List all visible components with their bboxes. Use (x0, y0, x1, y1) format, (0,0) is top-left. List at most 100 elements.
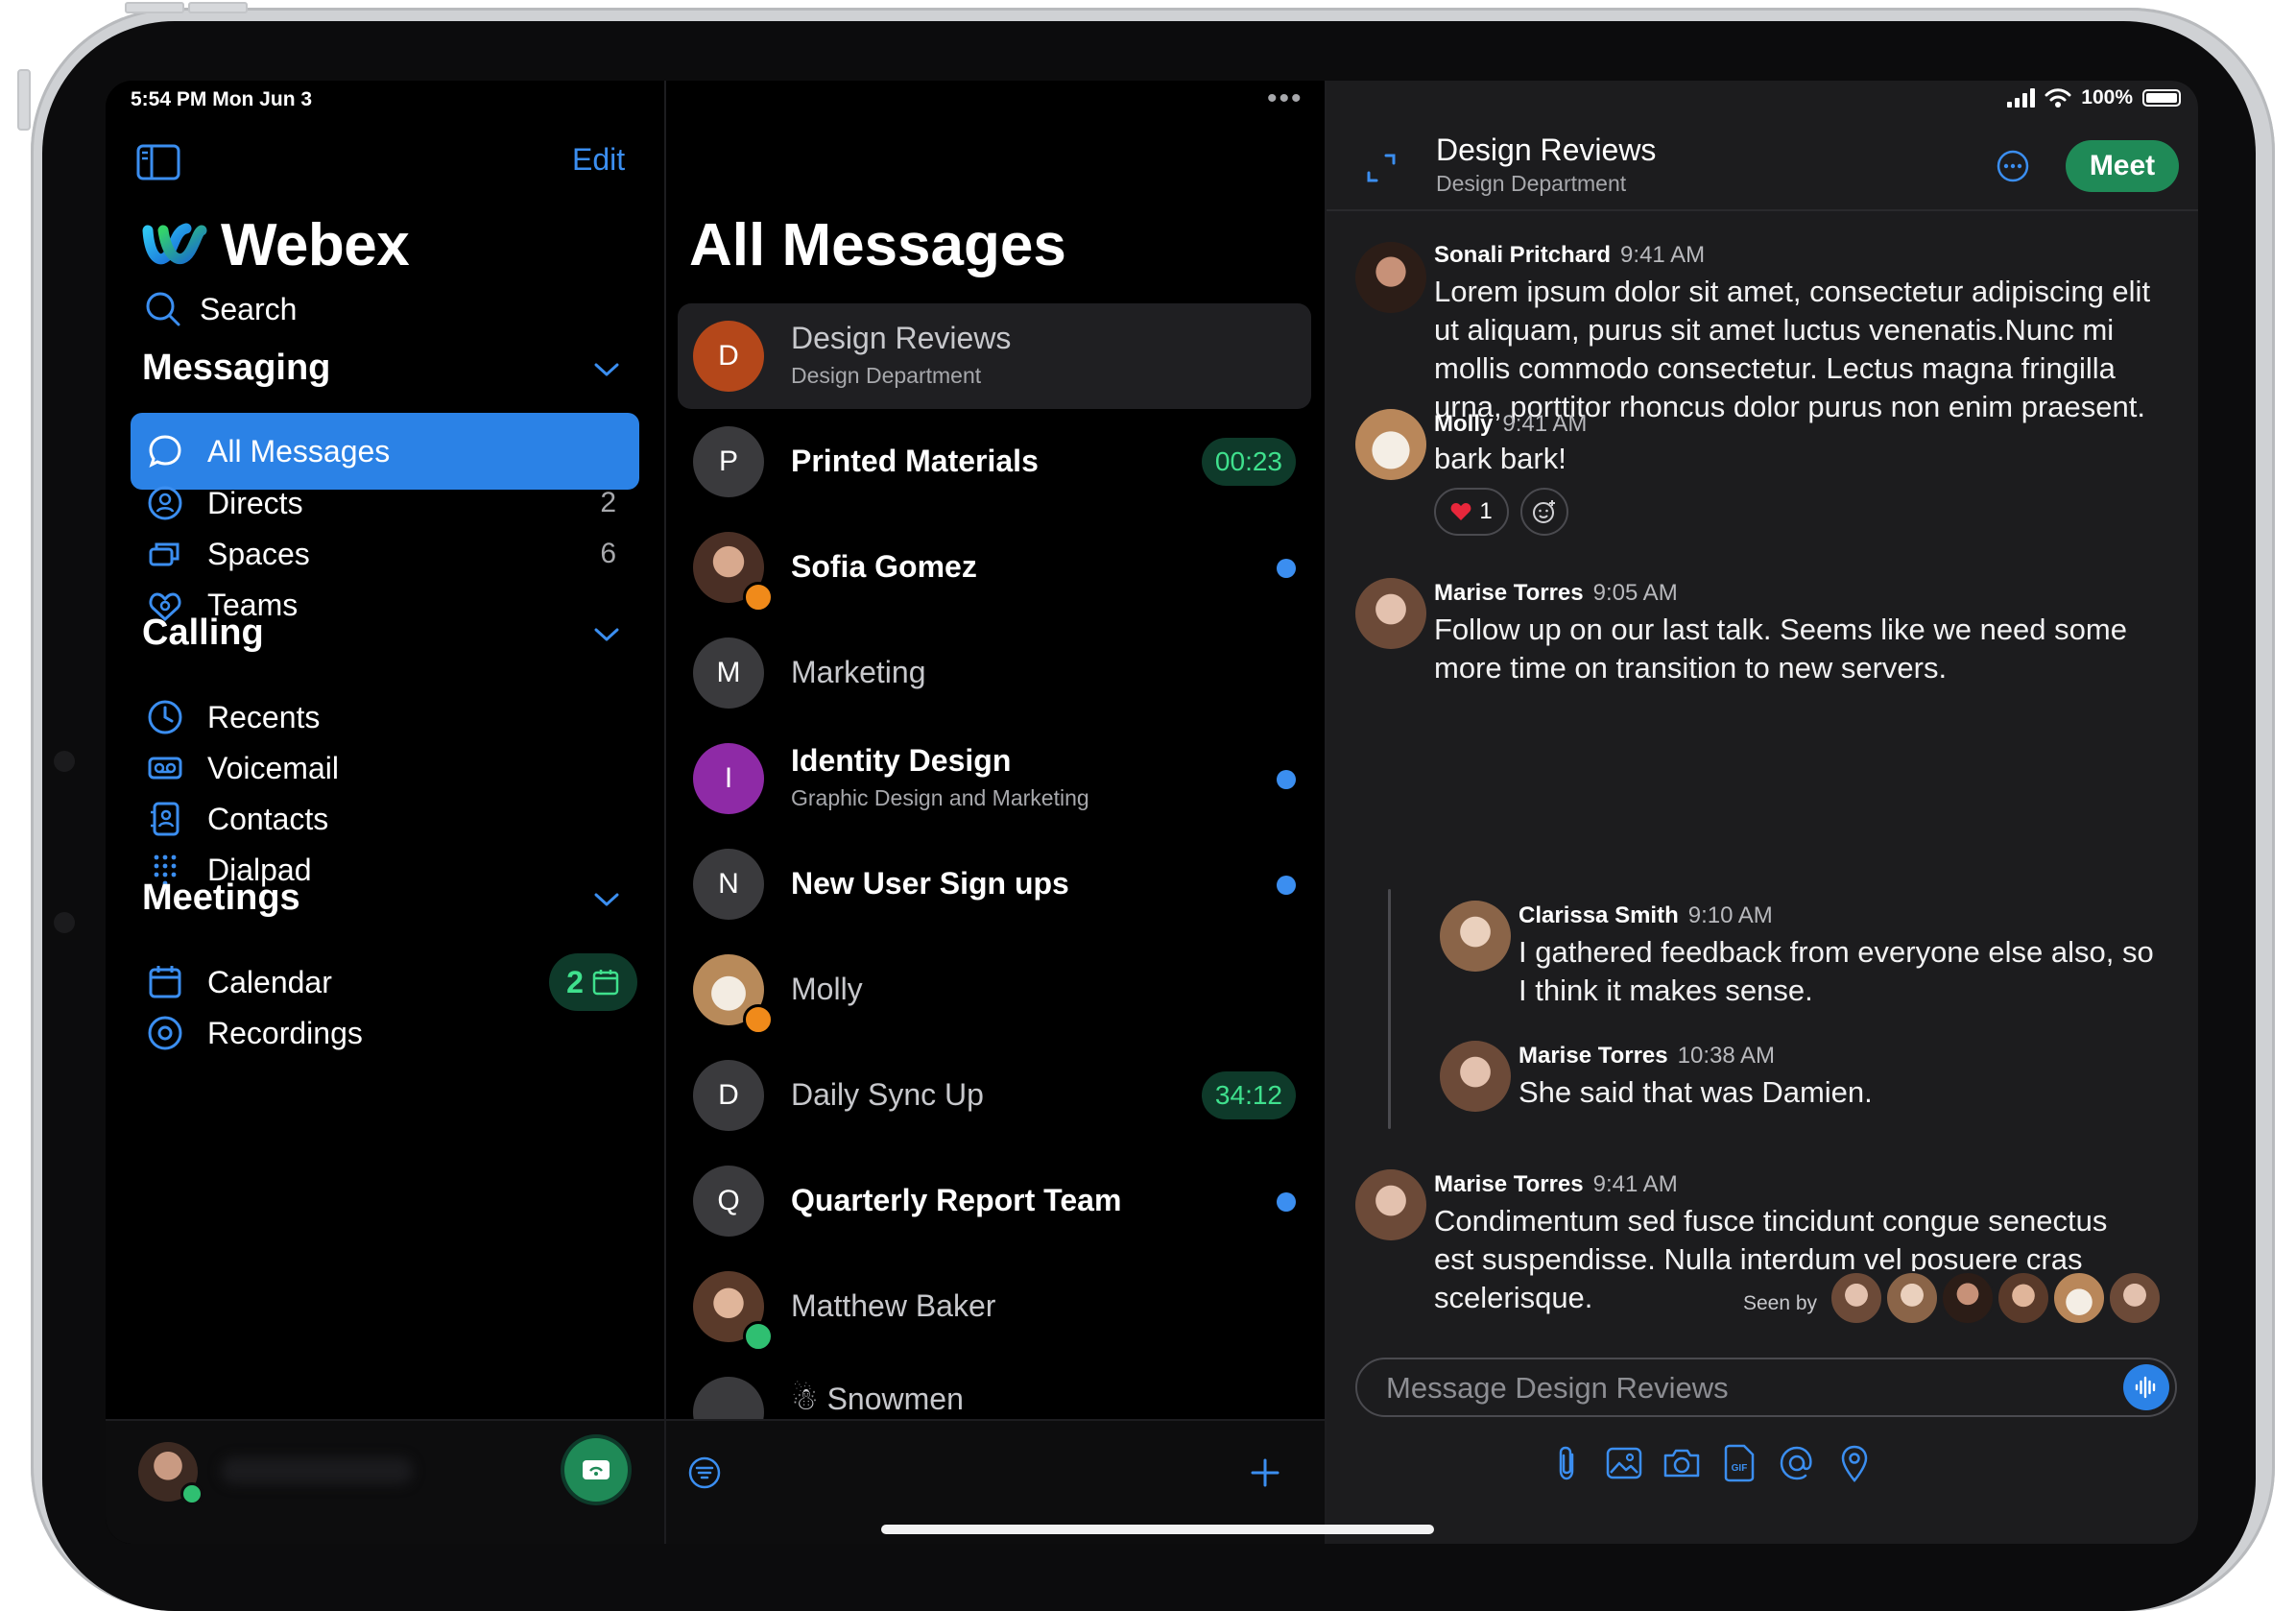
add-reaction-button[interactable] (1520, 488, 1568, 536)
calendar-status-badge-icon (743, 1004, 774, 1035)
conversation-item[interactable]: I Identity Design Graphic Design and Mar… (678, 726, 1311, 831)
avatar[interactable] (1355, 409, 1426, 480)
conversation-item[interactable]: Sofia Gomez (678, 515, 1311, 620)
location-pin-icon[interactable] (1831, 1440, 1877, 1486)
message-author: Marise Torres 10:38 AM (1519, 1043, 1775, 1070)
edit-button[interactable]: Edit (572, 142, 625, 178)
conversation-item[interactable]: N New User Sign ups (678, 831, 1311, 937)
conversation-item[interactable]: ☃ Snowmen (678, 1359, 1311, 1419)
call-status-button[interactable] (564, 1438, 628, 1502)
more-options-icon[interactable] (1995, 148, 2031, 184)
webex-logo-icon (142, 221, 207, 271)
conversation-name: Marketing (791, 655, 926, 689)
recording-icon (146, 1014, 184, 1052)
app-screen: 5:54 PM Mon Jun 3 Edit Webex Search Mess… (106, 81, 2198, 1544)
conversation-name: Design Reviews (791, 321, 1012, 355)
avatar: Q (693, 1166, 764, 1237)
seen-avatar[interactable] (1830, 1271, 1883, 1325)
chevron-down-icon[interactable] (593, 626, 620, 643)
image-icon[interactable] (1601, 1440, 1647, 1486)
seen-by-label: Seen by (1743, 1292, 1818, 1314)
avatar[interactable] (1355, 578, 1426, 649)
home-indicator[interactable] (881, 1525, 1434, 1534)
avatar (693, 1377, 764, 1419)
message-author: Marise Torres 9:05 AM (1434, 580, 1678, 607)
calendar-icon (592, 970, 619, 996)
smiley-add-icon (1533, 500, 1555, 523)
heart-icon (1450, 503, 1471, 520)
avatar[interactable] (1355, 1169, 1426, 1240)
voice-message-button[interactable] (2123, 1364, 2169, 1410)
video-call-badge-icon (743, 582, 774, 613)
unread-count: 2 (600, 487, 616, 518)
conversation-item[interactable]: Molly (678, 937, 1311, 1043)
sidebar-item-recordings[interactable]: Recordings (131, 995, 639, 1071)
user-avatar[interactable] (138, 1442, 203, 1505)
conversation-item[interactable]: D Daily Sync Up 34:12 (678, 1043, 1311, 1148)
unread-count: 6 (600, 538, 616, 569)
message-time: 9:41 AM (1592, 1171, 1678, 1197)
search-button[interactable]: Search (144, 290, 297, 328)
message-author: Marise Torres 9:41 AM (1434, 1171, 1678, 1198)
call-timer-badge[interactable]: 00:23 (1201, 438, 1296, 486)
message-time: 10:38 AM (1677, 1043, 1776, 1069)
message-time: 9:41 AM (1502, 411, 1588, 437)
top-button-2 (188, 2, 248, 13)
expand-icon[interactable] (1365, 152, 1398, 184)
avatar: M (693, 637, 764, 709)
sidebar: 5:54 PM Mon Jun 3 Edit Webex Search Mess… (106, 81, 664, 1544)
conversation-header: Design Reviews Design Department Meet (1327, 81, 2198, 211)
conversation-item[interactable]: Q Quarterly Report Team (678, 1148, 1311, 1254)
conversation-item[interactable]: Matthew Baker (678, 1254, 1311, 1359)
conversation-subtitle: Graphic Design and Marketing (791, 785, 1089, 810)
message-time: 9:41 AM (1620, 242, 1706, 268)
message-composer[interactable]: Message Design Reviews (1355, 1358, 2177, 1417)
filter-icon[interactable] (687, 1455, 722, 1490)
camera-dot (54, 751, 75, 772)
sidebar-footer (106, 1419, 664, 1544)
chevron-down-icon[interactable] (593, 361, 620, 378)
author-name: Clarissa Smith (1519, 902, 1679, 928)
composer-placeholder: Message Design Reviews (1386, 1371, 1729, 1405)
more-options-icon[interactable]: ••• (1267, 83, 1303, 115)
conversation-item[interactable]: D Design Reviews Design Department (678, 303, 1311, 409)
call-timer-badge[interactable]: 34:12 (1201, 1071, 1296, 1119)
camera-dot-2 (54, 912, 75, 933)
seen-avatar[interactable] (2052, 1271, 2106, 1325)
reaction-heart[interactable]: 1 (1434, 488, 1509, 536)
avatar[interactable] (1355, 242, 1426, 313)
conversation-name: Quarterly Report Team (791, 1183, 1122, 1217)
conversation-subtitle: Design Department (1436, 171, 1627, 196)
mention-icon[interactable] (1774, 1440, 1820, 1486)
seen-avatar[interactable] (2108, 1271, 2162, 1325)
avatar: P (693, 426, 764, 497)
status-time: 5:54 PM Mon Jun 3 (131, 88, 313, 110)
avatar[interactable] (1440, 1041, 1511, 1112)
unread-dot (1277, 770, 1296, 789)
chevron-down-icon[interactable] (593, 891, 620, 908)
conversation-item[interactable]: P Printed Materials 00:23 (678, 409, 1311, 515)
sidebar-item-label: Recordings (207, 1015, 363, 1050)
attachment-icon[interactable] (1543, 1440, 1590, 1486)
sidebar-toggle-icon[interactable] (136, 144, 180, 180)
seen-avatar[interactable] (1885, 1271, 1939, 1325)
plus-icon[interactable] (1248, 1455, 1282, 1490)
unread-dot (1277, 876, 1296, 895)
gif-icon[interactable]: GIF (1716, 1440, 1762, 1486)
conversation-title: Design Reviews (1436, 132, 1657, 167)
author-name: Sonali Pritchard (1434, 242, 1612, 268)
avatar[interactable] (1440, 901, 1511, 972)
message-author: Molly 9:41 AM (1434, 411, 1587, 438)
seen-avatar[interactable] (1941, 1271, 1995, 1325)
camera-icon[interactable] (1659, 1440, 1705, 1486)
conversation-item[interactable]: M Marketing (678, 620, 1311, 726)
message-author: Clarissa Smith 9:10 AM (1519, 902, 1773, 929)
seen-avatar[interactable] (1997, 1271, 2050, 1325)
avatar: D (693, 321, 764, 392)
unread-dot (1277, 559, 1296, 578)
messaging-section-title: Messaging (142, 348, 331, 388)
conversation-name: ☃ Snowmen (791, 1382, 964, 1416)
meet-button[interactable]: Meet (2066, 140, 2179, 192)
conversation-name: Molly (791, 972, 863, 1006)
author-name: Marise Torres (1434, 580, 1584, 606)
